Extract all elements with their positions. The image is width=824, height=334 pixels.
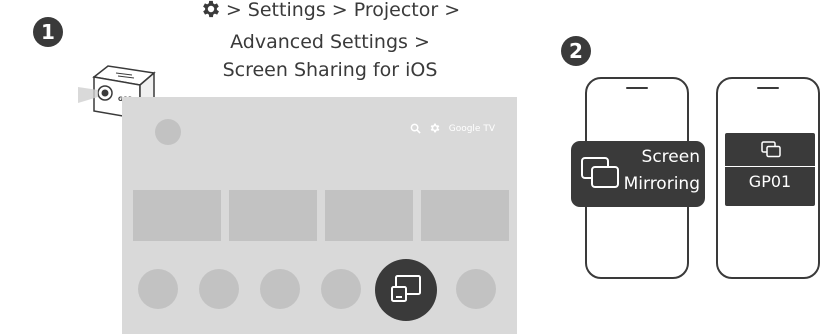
- phone-speaker: [626, 87, 648, 89]
- step-1-badge: 1: [33, 17, 63, 47]
- device-option-gp01[interactable]: GP01: [725, 133, 815, 206]
- device-name: GP01: [748, 172, 792, 191]
- app-icon[interactable]: [260, 269, 300, 309]
- tv-brand-label: Google TV: [448, 123, 495, 134]
- screen-sharing-app[interactable]: [375, 259, 437, 321]
- content-tile[interactable]: [421, 190, 509, 241]
- path-line-2: Advanced Settings >: [230, 31, 430, 53]
- content-tile[interactable]: [325, 190, 413, 241]
- tv-top-bar: Google TV: [410, 119, 495, 138]
- content-tile[interactable]: [229, 190, 317, 241]
- path-line-3: Screen Sharing for iOS: [222, 59, 438, 81]
- settings-path: > Settings > Projector > Advanced Settin…: [150, 0, 510, 84]
- content-tile[interactable]: [133, 190, 221, 241]
- screen-mirroring-label: Screen Mirroring: [623, 147, 700, 194]
- avatar[interactable]: [155, 119, 181, 145]
- path-line-1: > Settings > Projector >: [225, 0, 461, 21]
- gear-icon[interactable]: [429, 119, 441, 138]
- app-icon[interactable]: [321, 269, 361, 309]
- app-icon[interactable]: [138, 269, 178, 309]
- app-icon[interactable]: [199, 269, 239, 309]
- device-card-header: [725, 133, 815, 167]
- phone-speaker: [757, 87, 779, 89]
- step-2-badge: 2: [561, 36, 591, 66]
- app-icon[interactable]: [456, 269, 496, 309]
- screen-mirroring-button[interactable]: Screen Mirroring: [571, 141, 705, 207]
- tv-home-screen: Google TV: [122, 97, 517, 334]
- search-icon[interactable]: [410, 119, 421, 138]
- gear-icon: [200, 0, 222, 28]
